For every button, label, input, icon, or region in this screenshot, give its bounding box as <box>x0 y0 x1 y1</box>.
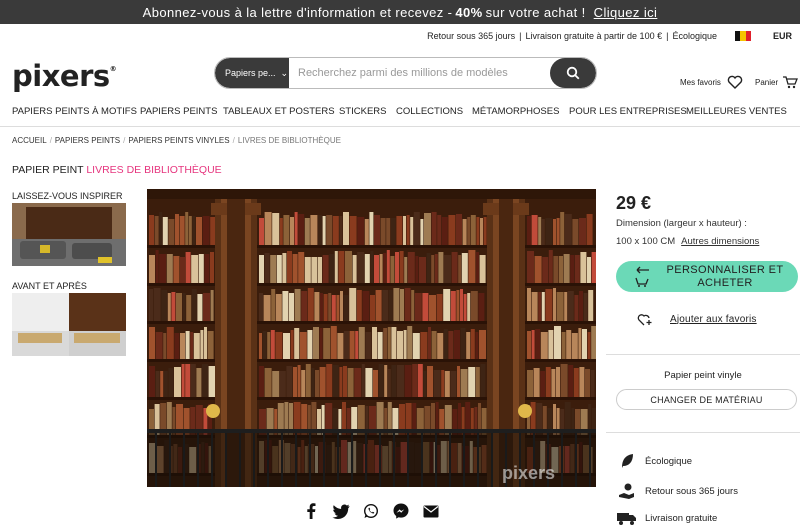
eco-info: Écologique <box>672 31 717 41</box>
search-input[interactable]: Recherchez parmi des millions de modèles <box>289 67 550 79</box>
promo-text: Abonnez-vous à la lettre d'information e… <box>142 4 453 20</box>
nav-item-business[interactable]: POUR LES ENTREPRISES <box>569 106 687 117</box>
cart-link[interactable]: Panier <box>755 75 799 89</box>
dimension-row: 100 x 100 CM Autres dimensions <box>616 236 759 247</box>
promo-text-after: sur votre achat ! <box>485 4 586 20</box>
divider <box>606 432 800 433</box>
currency-selector[interactable]: EUR <box>773 31 792 41</box>
breadcrumb-separator: / <box>49 136 52 145</box>
dimension-label: Dimension (largeur x hauteur) : <box>616 218 747 229</box>
cta-label: PERSONNALISER ET ACHETER <box>666 263 784 289</box>
facebook-icon[interactable] <box>302 502 320 520</box>
search-icon <box>566 66 580 80</box>
logo-registered-mark: ® <box>109 65 117 73</box>
feature-eco: Écologique <box>617 453 692 469</box>
nav-item-metamorphoses[interactable]: MÉTAMORPHOSES <box>472 106 559 117</box>
favorites-link[interactable]: Mes favoris <box>680 75 743 89</box>
hand-coin-icon <box>617 482 637 500</box>
pixers-logo[interactable]: pixers® <box>12 59 117 93</box>
cart-label: Panier <box>755 77 779 87</box>
feature-eco-label: Écologique <box>645 455 693 467</box>
before-after-thumbnail[interactable] <box>12 293 126 356</box>
feature-returns: Retour sous 365 jours <box>617 482 738 500</box>
library-illustration: pixers <box>147 189 596 487</box>
heart-plus-icon <box>637 314 652 326</box>
add-to-favorites-label: Ajouter aux favoris <box>670 313 757 325</box>
change-material-button[interactable]: CHANGER DE MATÉRIAU <box>616 389 797 410</box>
add-to-favorites[interactable]: Ajouter aux favoris <box>637 312 757 326</box>
nav-item-bestsellers[interactable]: MEILLEURES VENTES <box>686 106 787 117</box>
info-separator: | <box>519 31 522 41</box>
other-dimensions-link[interactable]: Autres dimensions <box>681 236 759 247</box>
breadcrumb: ACCUEIL / PAPIERS PEINTS / PAPIERS PEINTS VI… <box>12 136 341 145</box>
returns-info: Retour sous 365 jours <box>427 31 516 41</box>
whatsapp-icon[interactable] <box>362 502 380 520</box>
nav-item-wallpapers[interactable]: PAPIERS PEINTS <box>140 106 217 117</box>
cart-icon <box>783 76 799 89</box>
breadcrumb-vinyl[interactable]: PAPIERS PEINTS VINYLES <box>128 136 229 145</box>
product-image[interactable]: pixers <box>147 189 596 487</box>
promo-discount: 40% <box>455 4 483 20</box>
truck-icon <box>617 511 637 525</box>
inspire-label: LAISSEZ-VOUS INSPIRER <box>12 191 123 201</box>
search-category-label: Papiers pe... <box>225 68 276 78</box>
main-nav: PAPIERS PEINTS À MOTIFS PAPIERS PEINTS T… <box>0 103 800 119</box>
nav-item-posters[interactable]: TABLEAUX ET POSTERS <box>223 106 335 117</box>
country-flag-icon[interactable] <box>734 31 751 41</box>
material-name: Papier peint vinyle <box>664 370 742 381</box>
info-separator: | <box>666 31 669 41</box>
leaf-icon <box>617 453 637 469</box>
arrows-cart-icon <box>635 266 649 287</box>
twitter-icon[interactable] <box>332 502 350 520</box>
email-icon[interactable] <box>422 502 440 520</box>
delivery-info: Livraison gratuite à partir de 100 € <box>525 31 663 41</box>
nav-item-stickers[interactable]: STICKERS <box>339 106 387 117</box>
product-price: 29 € <box>616 193 652 213</box>
breadcrumb-wallpapers[interactable]: PAPIERS PEINTS <box>55 136 120 145</box>
customize-and-buy-button[interactable]: PERSONNALISER ET ACHETER <box>616 261 798 292</box>
chevron-down-icon: ⌄ <box>280 67 289 78</box>
feature-returns-label: Retour sous 365 jours <box>645 485 738 497</box>
search-bar: Papiers pe... ⌄ Recherchez parmi des mill… <box>214 57 597 89</box>
feature-delivery-label: Livraison gratuite <box>645 512 718 524</box>
messenger-icon[interactable] <box>392 502 410 520</box>
breadcrumb-current: LIVRES DE BIBLIOTHÈQUE <box>237 136 341 145</box>
divider <box>0 126 800 127</box>
info-bar: Retour sous 365 jours | Livraison gratui… <box>0 24 800 48</box>
title-prefix: PAPIER PEINT <box>12 164 84 176</box>
search-category-select[interactable]: Papiers pe... ⌄ <box>215 58 289 88</box>
breadcrumb-home[interactable]: ACCUEIL <box>12 136 47 145</box>
watermark-text: pixers <box>502 463 555 483</box>
favorites-label: Mes favoris <box>680 77 721 87</box>
nav-item-collections[interactable]: COLLECTIONS <box>396 106 463 117</box>
feature-delivery: Livraison gratuite <box>617 511 717 525</box>
promo-banner: Abonnez-vous à la lettre d'information e… <box>0 0 800 24</box>
page-title: PAPIER PEINT LIVRES DE BIBLIOTHÈQUE <box>12 164 222 176</box>
dimension-value: 100 x 100 CM <box>616 236 676 247</box>
nav-item-patterned-wallpapers[interactable]: PAPIERS PEINTS À MOTIFS <box>12 106 137 117</box>
breadcrumb-separator: / <box>123 136 126 145</box>
heart-icon <box>727 75 743 89</box>
logo-text: pixers <box>12 59 110 93</box>
inspiration-thumbnail[interactable] <box>12 203 126 266</box>
divider <box>606 354 800 355</box>
promo-link[interactable]: Cliquez ici <box>594 5 658 20</box>
before-after-label: AVANT ET APRÈS <box>12 281 87 291</box>
title-highlight: LIVRES DE BIBLIOTHÈQUE <box>86 164 222 176</box>
share-bar <box>302 502 440 520</box>
breadcrumb-separator: / <box>232 136 235 145</box>
search-button[interactable] <box>550 58 596 88</box>
